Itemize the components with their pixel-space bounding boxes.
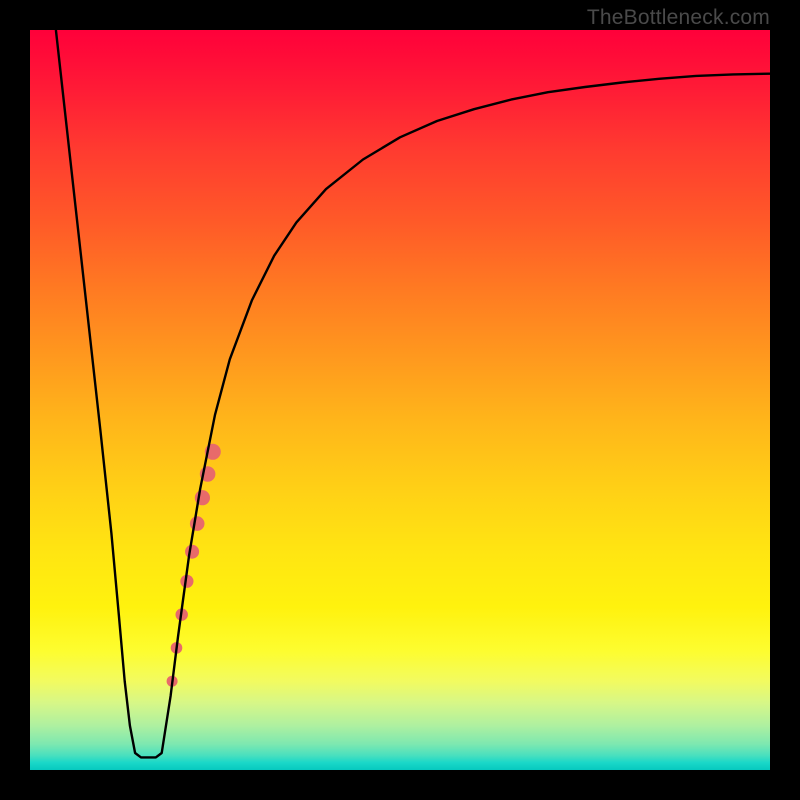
- chart-svg: [30, 30, 770, 770]
- highlight-dot: [185, 545, 199, 559]
- highlight-dot: [190, 516, 205, 531]
- bottleneck-curve: [56, 30, 770, 757]
- highlight-dots: [167, 444, 221, 687]
- watermark-text: TheBottleneck.com: [587, 6, 770, 30]
- plot-area: [30, 30, 770, 770]
- chart-frame: TheBottleneck.com: [0, 0, 800, 800]
